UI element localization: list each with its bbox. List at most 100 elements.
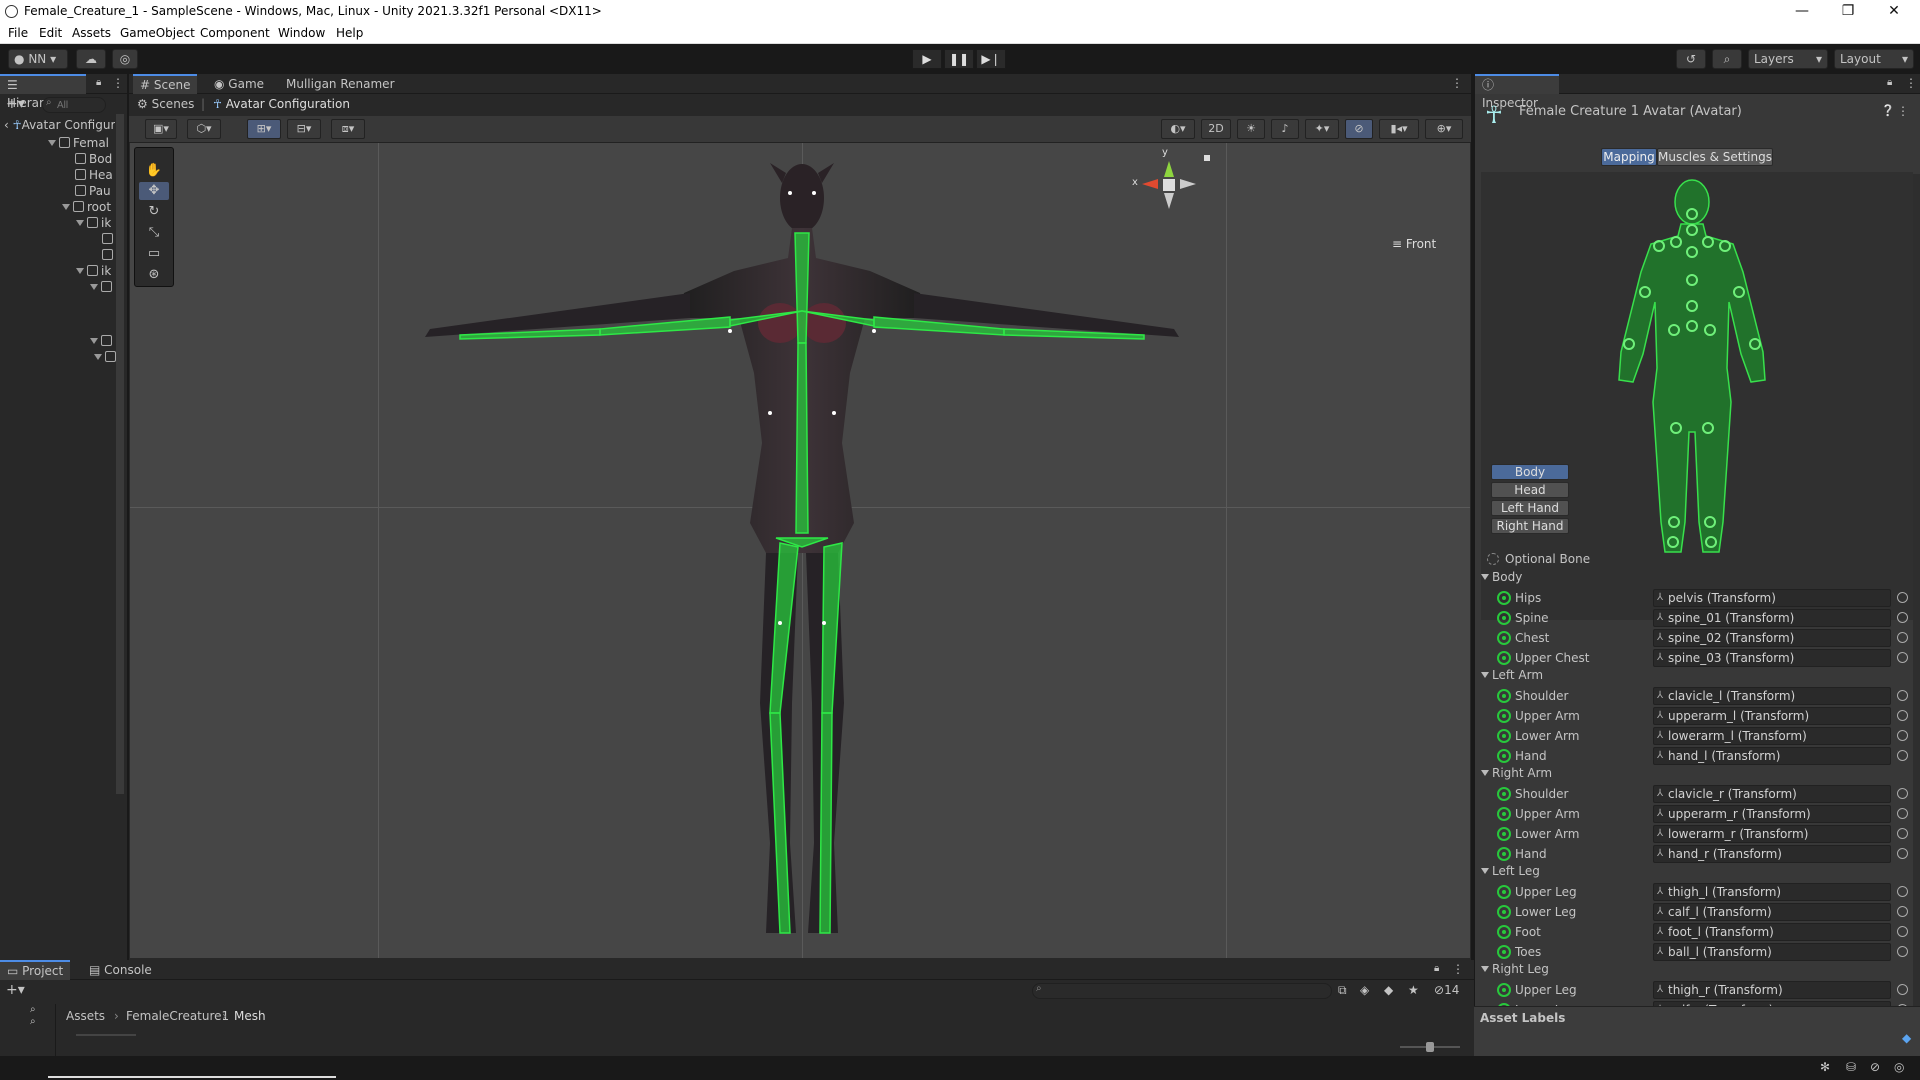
grid-snap-toggle[interactable]: ⊞▾	[247, 119, 281, 139]
menu-gameobject[interactable]: GameObject	[120, 26, 195, 40]
left-hand-view-button[interactable]: Left Hand	[1491, 500, 1569, 516]
cache-icon[interactable]: ⛁	[1846, 1060, 1856, 1074]
object-picker-icon[interactable]	[1897, 946, 1908, 957]
hierarchy-item[interactable]	[90, 280, 115, 296]
audio-toggle[interactable]: ♪	[1271, 119, 1299, 139]
bone-status-icon[interactable]	[1497, 611, 1511, 625]
layout-dropdown[interactable]: Layout ▾	[1834, 49, 1914, 69]
gizmo-center[interactable]	[1163, 179, 1175, 191]
hierarchy-item[interactable]: Pau	[75, 184, 111, 200]
tab-project[interactable]: ▭ Project	[0, 960, 71, 980]
light-toggle[interactable]: ☀	[1237, 119, 1265, 139]
help-icon[interactable]: ❔	[1881, 104, 1895, 117]
right-hand-view-button[interactable]: Right Hand	[1491, 518, 1569, 534]
bone-transform-field[interactable]: upperarm_l (Transform)	[1653, 707, 1891, 725]
rect-tool[interactable]: ▭	[139, 245, 169, 263]
pause-button[interactable]: ❚❚	[944, 49, 974, 69]
section-header[interactable]: Left Arm	[1481, 668, 1543, 686]
bone-transform-field[interactable]: lowerarm_l (Transform)	[1653, 727, 1891, 745]
tab-game[interactable]: ◉ Game	[207, 74, 271, 94]
bone-transform-field[interactable]: spine_01 (Transform)	[1653, 609, 1891, 627]
tab-inspector[interactable]: ⓘ Inspector	[1475, 74, 1559, 110]
bone-status-icon[interactable]	[1497, 749, 1511, 763]
head-view-button[interactable]: Head	[1491, 482, 1569, 498]
add-icon[interactable]: +▾	[6, 96, 25, 112]
object-picker-icon[interactable]	[1897, 652, 1908, 663]
menu-window[interactable]: Window	[278, 26, 325, 40]
draw-mode-dropdown[interactable]: ▣▾	[145, 119, 177, 139]
breadcrumb-assets[interactable]: Assets	[66, 1009, 105, 1023]
object-picker-icon[interactable]	[1897, 750, 1908, 761]
grid-settings-dropdown[interactable]: ⧈▾	[331, 119, 365, 139]
object-picker-icon[interactable]	[1897, 710, 1908, 721]
rotate-tool[interactable]: ↻	[139, 203, 169, 221]
gizmo-lock-icon[interactable]	[1204, 155, 1210, 161]
inspector-scrollbar[interactable]	[1913, 174, 1920, 1074]
2d-toggle[interactable]: 2D	[1201, 119, 1231, 139]
bone-status-icon[interactable]	[1497, 709, 1511, 723]
object-picker-icon[interactable]	[1897, 788, 1908, 799]
section-header[interactable]: Right Leg	[1481, 962, 1549, 980]
bone-transform-field[interactable]: hand_r (Transform)	[1653, 845, 1891, 863]
settings-more-icon[interactable]: ⋮	[1897, 104, 1909, 118]
object-picker-icon[interactable]	[1897, 828, 1908, 839]
tag-icon[interactable]: ◆	[1902, 1031, 1911, 1045]
bone-transform-field[interactable]: spine_03 (Transform)	[1653, 649, 1891, 667]
bone-transform-field[interactable]: clavicle_l (Transform)	[1653, 687, 1891, 705]
bone-transform-field[interactable]: foot_l (Transform)	[1653, 923, 1891, 941]
render-mode-dropdown[interactable]: ⬡▾	[187, 119, 221, 139]
hierarchy-item[interactable]: Bod	[75, 152, 112, 168]
menu-assets[interactable]: Assets	[72, 26, 111, 40]
hierarchy-scrollbar[interactable]	[116, 114, 124, 794]
hidden-count[interactable]: ⊘14	[1434, 983, 1459, 997]
bone-status-icon[interactable]	[1497, 729, 1511, 743]
bone-status-icon[interactable]	[1497, 885, 1511, 899]
object-picker-icon[interactable]	[1897, 612, 1908, 623]
object-picker-icon[interactable]	[1897, 690, 1908, 701]
bone-transform-field[interactable]: clavicle_r (Transform)	[1653, 785, 1891, 803]
bone-transform-field[interactable]: calf_l (Transform)	[1653, 903, 1891, 921]
body-view-button[interactable]: Body	[1491, 464, 1569, 480]
bone-transform-field[interactable]: thigh_r (Transform)	[1653, 981, 1891, 999]
layers-dropdown[interactable]: Layers ▾	[1748, 49, 1828, 69]
section-header[interactable]: Right Arm	[1481, 766, 1552, 784]
tab-mapping[interactable]: Mapping	[1601, 148, 1657, 166]
hierarchy-item[interactable]: Hea	[75, 168, 113, 184]
section-header[interactable]: Left Leg	[1481, 864, 1540, 882]
breadcrumb-scenes[interactable]: ⚙ Scenes	[137, 97, 194, 111]
breadcrumb-femalecreature1[interactable]: FemaleCreature1	[126, 1009, 229, 1023]
bone-transform-field[interactable]: thigh_l (Transform)	[1653, 883, 1891, 901]
maximize-button[interactable]: ❐	[1826, 0, 1870, 24]
increment-snap-toggle[interactable]: ⊟▾	[287, 119, 321, 139]
object-picker-icon[interactable]	[1897, 632, 1908, 643]
more-icon[interactable]: ⋮	[1905, 76, 1917, 90]
bone-transform-field[interactable]: spine_02 (Transform)	[1653, 629, 1891, 647]
project-search-input[interactable]	[1032, 983, 1332, 999]
bone-status-icon[interactable]	[1497, 827, 1511, 841]
bone-status-icon[interactable]	[1497, 905, 1511, 919]
history-button[interactable]: ↺	[1676, 49, 1706, 69]
debug-icon[interactable]: ✻	[1820, 1060, 1830, 1074]
object-picker-icon[interactable]	[1897, 926, 1908, 937]
move-tool[interactable]: ✥	[139, 182, 169, 200]
step-button[interactable]: ▶❘	[976, 49, 1006, 69]
breadcrumb-avatar-config[interactable]: ☥ Avatar Configuration	[213, 97, 350, 111]
bone-status-icon[interactable]	[1497, 787, 1511, 801]
collab-button[interactable]: ◎	[112, 49, 138, 69]
tab-muscles-settings[interactable]: Muscles & Settings	[1657, 148, 1773, 166]
hierarchy-root[interactable]: ‹ ☥Avatar Configur	[4, 118, 115, 134]
zoom-slider-handle[interactable]	[1426, 1042, 1434, 1052]
more-icon[interactable]: ⋮	[112, 76, 124, 90]
bone-status-icon[interactable]	[1497, 847, 1511, 861]
tab-hierarchy[interactable]: ☰ Hierarchy	[0, 74, 86, 110]
hierarchy-item[interactable]	[102, 248, 116, 264]
section-header[interactable]: Body	[1481, 570, 1522, 588]
hierarchy-item[interactable]	[102, 232, 116, 248]
filter-label-icon[interactable]: ◈	[1360, 983, 1369, 997]
bone-status-icon[interactable]	[1497, 807, 1511, 821]
bone-status-icon[interactable]	[1497, 983, 1511, 997]
tab-console[interactable]: ▤ Console	[82, 960, 159, 980]
bone-transform-field[interactable]: ball_l (Transform)	[1653, 943, 1891, 961]
filter-type-icon[interactable]: ⧉	[1338, 983, 1347, 998]
favorite-icon[interactable]: ★	[1408, 983, 1419, 997]
